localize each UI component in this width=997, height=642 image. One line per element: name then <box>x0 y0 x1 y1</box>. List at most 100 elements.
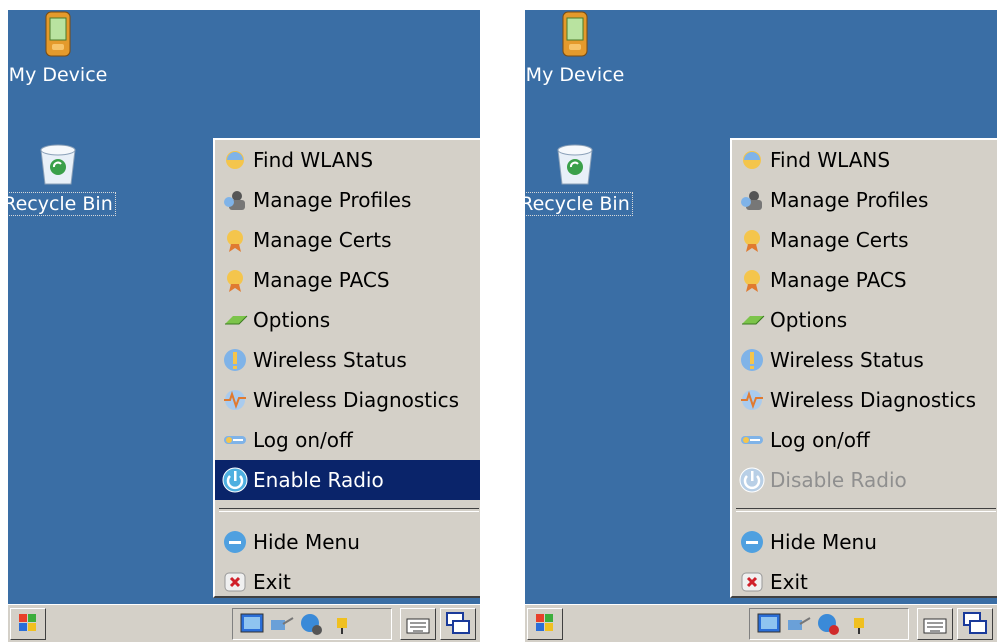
menu-item-manage-certs[interactable]: Manage Certs <box>732 220 997 260</box>
menu-item-label: Wireless Status <box>253 348 407 372</box>
wireless-diagnostics-icon <box>741 390 763 410</box>
network-icon[interactable] <box>269 612 295 636</box>
wireless-context-menu: Find WLANS Manage Profiles Manage Certs … <box>730 138 997 598</box>
menu-item-label: Options <box>253 308 331 332</box>
menu-item-wireless-diagnostics[interactable]: Wireless Diagnostics <box>732 380 997 420</box>
menu-item-find-wlans[interactable]: Find WLANS <box>215 140 480 180</box>
menu-item-wireless-diagnostics[interactable]: Wireless Diagnostics <box>215 380 480 420</box>
my-device-label: My Device <box>525 64 625 86</box>
menu-item-label: Wireless Status <box>770 348 924 372</box>
my-device-shortcut[interactable]: My Device <box>8 10 128 86</box>
switch-windows-icon <box>446 612 470 634</box>
switch-windows-button[interactable] <box>440 608 476 640</box>
radio-icon[interactable] <box>299 612 325 636</box>
power-plug-icon[interactable] <box>329 612 355 636</box>
menu-item-wireless-status[interactable]: Wireless Status <box>215 340 480 380</box>
menu-item-wireless-status[interactable]: Wireless Status <box>732 340 997 380</box>
recycle-bin-icon <box>552 140 598 188</box>
keyboard-icon <box>406 618 430 634</box>
options-icon <box>225 315 248 325</box>
find-wlans-icon <box>226 151 244 169</box>
menu-item-exit[interactable]: Exit <box>215 562 480 602</box>
menu-separator <box>736 508 996 512</box>
menu-item-hide-menu[interactable]: Hide Menu <box>732 522 997 562</box>
menu-item-label: Manage Profiles <box>253 188 412 212</box>
desktop-icon[interactable] <box>756 612 782 636</box>
wireless-diagnostics-icon <box>224 390 246 410</box>
menu-item-label: Options <box>770 308 848 332</box>
menu-item-manage-pacs[interactable]: Manage PACS <box>215 260 480 300</box>
options-icon <box>742 315 765 325</box>
menu-item-manage-pacs[interactable]: Manage PACS <box>732 260 997 300</box>
recycle-bin-label: Recycle Bin <box>525 192 633 216</box>
recycle-bin-icon <box>35 140 81 188</box>
manage-certs-icon <box>744 230 760 252</box>
desktop-icon[interactable] <box>239 612 265 636</box>
menu-item-disable-radio: Disable Radio <box>732 460 997 500</box>
menu-item-label: Disable Radio <box>770 468 907 492</box>
recycle-bin-shortcut[interactable]: Recycle Bin <box>8 140 128 216</box>
keyboard-button[interactable] <box>400 608 436 640</box>
power-plug-icon[interactable] <box>846 612 872 636</box>
hide-menu-icon <box>224 531 246 553</box>
switch-windows-icon <box>963 612 987 634</box>
menu-item-label: Exit <box>253 570 291 594</box>
menu-item-manage-certs[interactable]: Manage Certs <box>215 220 480 260</box>
keyboard-button[interactable] <box>917 608 953 640</box>
menu-item-log-on-off[interactable]: Log on/off <box>732 420 997 460</box>
wireless-status-icon <box>224 349 246 371</box>
menu-item-label: Enable Radio <box>253 468 384 492</box>
menu-item-find-wlans[interactable]: Find WLANS <box>732 140 997 180</box>
device-icon <box>555 10 595 60</box>
find-wlans-icon <box>743 151 761 169</box>
system-tray <box>232 608 392 640</box>
start-button[interactable] <box>10 608 46 640</box>
my-device-shortcut[interactable]: My Device <box>525 10 645 86</box>
device-icon <box>38 10 78 60</box>
start-button[interactable] <box>527 608 563 640</box>
exit-icon <box>224 572 246 592</box>
menu-item-label: Hide Menu <box>253 530 360 554</box>
menu-item-manage-profiles[interactable]: Manage Profiles <box>732 180 997 220</box>
recycle-bin-label: Recycle Bin <box>8 192 116 216</box>
manage-pacs-icon <box>744 270 760 292</box>
taskbar <box>8 604 480 642</box>
network-icon[interactable] <box>786 612 812 636</box>
manage-profiles-icon <box>741 191 762 210</box>
menu-item-label: Exit <box>770 570 808 594</box>
menu-item-hide-menu[interactable]: Hide Menu <box>215 522 480 562</box>
menu-item-label: Find WLANS <box>770 148 891 172</box>
menu-item-label: Manage PACS <box>770 268 907 292</box>
menu-item-label: Log on/off <box>770 428 870 452</box>
menu-item-label: Find WLANS <box>253 148 374 172</box>
menu-item-label: Wireless Diagnostics <box>253 388 460 412</box>
recycle-bin-shortcut[interactable]: Recycle Bin <box>525 140 645 216</box>
switch-windows-button[interactable] <box>957 608 993 640</box>
menu-item-label: Wireless Diagnostics <box>770 388 977 412</box>
windows-flag-icon <box>19 614 36 631</box>
my-device-label: My Device <box>8 64 108 86</box>
menu-item-options[interactable]: Options <box>215 300 480 340</box>
wireless-status-icon <box>741 349 763 371</box>
menu-item-log-on-off[interactable]: Log on/off <box>215 420 480 460</box>
power-icon <box>222 467 248 493</box>
menu-separator <box>219 508 479 512</box>
power-icon <box>739 467 765 493</box>
menu-item-exit[interactable]: Exit <box>732 562 997 602</box>
keyboard-icon <box>923 618 947 634</box>
menu-item-manage-profiles[interactable]: Manage Profiles <box>215 180 480 220</box>
exit-icon <box>741 572 763 592</box>
windows-flag-icon <box>536 614 553 631</box>
menu-item-label: Manage Certs <box>253 228 392 252</box>
radio-icon[interactable] <box>816 612 842 636</box>
manage-pacs-icon <box>227 270 243 292</box>
manage-certs-icon <box>227 230 243 252</box>
menu-item-label: Manage Certs <box>770 228 909 252</box>
left-screen: My Device Recycle Bin Find WLANS Manage … <box>8 10 480 642</box>
menu-item-label: Manage PACS <box>253 268 390 292</box>
log-on-off-icon <box>224 436 246 444</box>
menu-item-options[interactable]: Options <box>732 300 997 340</box>
right-screen: My Device Recycle Bin Find WLANS Manage … <box>525 10 997 642</box>
hide-menu-icon <box>741 531 763 553</box>
menu-item-enable-radio[interactable]: Enable Radio <box>215 460 480 500</box>
